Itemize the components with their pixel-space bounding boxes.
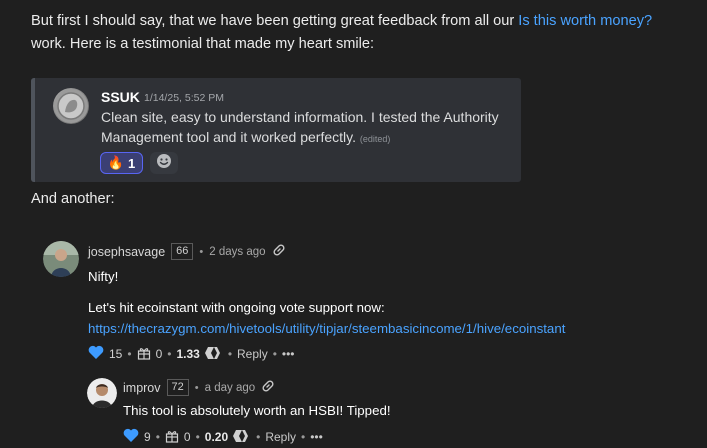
separator-dot: •	[167, 347, 172, 361]
comment-username[interactable]: improv	[123, 381, 161, 395]
reply-button[interactable]: Reply	[265, 430, 296, 444]
separator-dot: •	[256, 430, 261, 444]
separator-dot: •	[127, 347, 132, 361]
add-reaction-button[interactable]	[150, 152, 178, 174]
comment-body-line: Nifty!	[88, 269, 119, 284]
heart-icon[interactable]	[123, 428, 139, 446]
link-icon[interactable]	[261, 379, 275, 396]
separator-dot: •	[155, 430, 160, 444]
quote-bar	[31, 78, 35, 182]
intro-text-continued: work. Here is a testimonial that made my…	[31, 36, 375, 52]
separator-dot: •	[195, 430, 200, 444]
comment-body-line: This tool is absolutely worth an HSBI! T…	[123, 403, 391, 418]
gift-icon[interactable]	[165, 429, 179, 446]
avatar[interactable]	[87, 378, 117, 408]
hive-icon	[233, 429, 251, 446]
discord-timestamp: 1/14/25, 5:52 PM	[144, 92, 224, 104]
comment-header: improv 72 • a day ago	[123, 379, 275, 396]
fire-icon: 🔥	[107, 155, 124, 170]
separator-dot: •	[227, 347, 233, 361]
payout-value[interactable]: 0.20	[205, 430, 228, 444]
separator-dot: •	[194, 381, 199, 394]
comment-age[interactable]: a day ago	[205, 382, 256, 394]
separator-dot: •	[272, 347, 277, 361]
more-options-button[interactable]: •••	[282, 347, 295, 361]
smiley-icon	[156, 153, 172, 174]
reply-button[interactable]: Reply	[237, 347, 268, 361]
separator-dot: •	[199, 245, 204, 258]
separator-dot: •	[301, 430, 306, 444]
heart-icon[interactable]	[88, 345, 104, 363]
tipjar-link[interactable]: https://thecrazygm.com/hivetools/utility…	[88, 321, 565, 336]
reputation-badge: 72	[166, 379, 189, 396]
gift-icon[interactable]	[137, 346, 151, 363]
discord-message: Clean site, easy to understand informati…	[101, 107, 511, 149]
payout-value[interactable]: 1.33	[176, 347, 199, 361]
comment-footer: 9 • 0 • 0.20 • Reply • •••	[123, 428, 323, 446]
intro-paragraph: But first I should say, that we have bee…	[31, 10, 691, 56]
gift-count: 0	[155, 347, 163, 361]
discord-testimonial: SSUK 1/14/25, 5:52 PM Clean site, easy t…	[31, 78, 521, 182]
worth-money-link[interactable]: Is this worth money?	[518, 13, 652, 29]
hive-icon	[204, 346, 223, 363]
discord-message-text: Clean site, easy to understand informati…	[101, 109, 499, 145]
gift-count: 0	[183, 430, 191, 444]
and-another-text: And another:	[31, 191, 115, 207]
comment-footer: 15 • 0 • 1.33 • Reply • •••	[88, 345, 295, 363]
more-options-button[interactable]: •••	[310, 430, 323, 444]
link-icon[interactable]	[272, 243, 286, 260]
comment-username[interactable]: josephsavage	[88, 245, 165, 259]
vote-count[interactable]: 9	[144, 430, 151, 444]
reaction-count: 1	[127, 155, 136, 171]
reputation-badge: 66	[171, 243, 194, 260]
fire-reaction[interactable]: 🔥 1	[100, 152, 143, 174]
discord-username[interactable]: SSUK	[101, 89, 140, 105]
intro-text: But first I should say, that we have bee…	[31, 13, 519, 29]
comment-header: josephsavage 66 • 2 days ago	[88, 243, 286, 260]
edited-marker: (edited)	[359, 134, 391, 144]
avatar[interactable]	[43, 241, 79, 277]
vote-count[interactable]: 15	[109, 347, 122, 361]
avatar	[53, 88, 89, 124]
comment-body-line: Let's hit ecoinstant with ongoing vote s…	[88, 300, 385, 315]
comment-age[interactable]: 2 days ago	[209, 246, 265, 258]
